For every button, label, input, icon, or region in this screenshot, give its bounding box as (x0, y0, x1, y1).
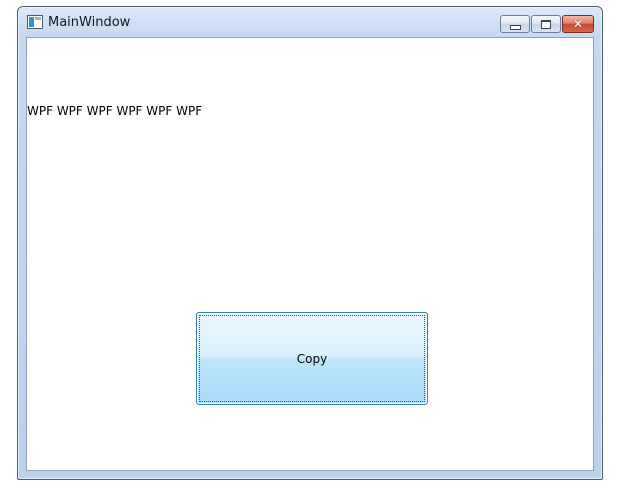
window-title: MainWindow (48, 15, 131, 30)
client-area: WPF WPF WPF WPF WPF WPF Copy (26, 37, 594, 471)
close-button[interactable]: ✕ (562, 15, 594, 33)
copy-button[interactable]: Copy (196, 312, 428, 405)
close-icon: ✕ (572, 17, 584, 31)
wpf-text-label: WPF WPF WPF WPF WPF WPF (27, 104, 203, 118)
caption-buttons: ✕ (499, 15, 594, 33)
main-window: MainWindow ✕ WPF WPF WPF WPF WPF WPF Cop… (17, 6, 603, 480)
minimize-icon (509, 24, 521, 30)
title-bar[interactable]: MainWindow ✕ (18, 7, 602, 37)
minimize-button[interactable] (500, 15, 530, 33)
app-window-icon[interactable] (27, 15, 43, 29)
maximize-icon (541, 19, 551, 29)
copy-button-label: Copy (296, 351, 328, 366)
maximize-button[interactable] (531, 15, 561, 33)
